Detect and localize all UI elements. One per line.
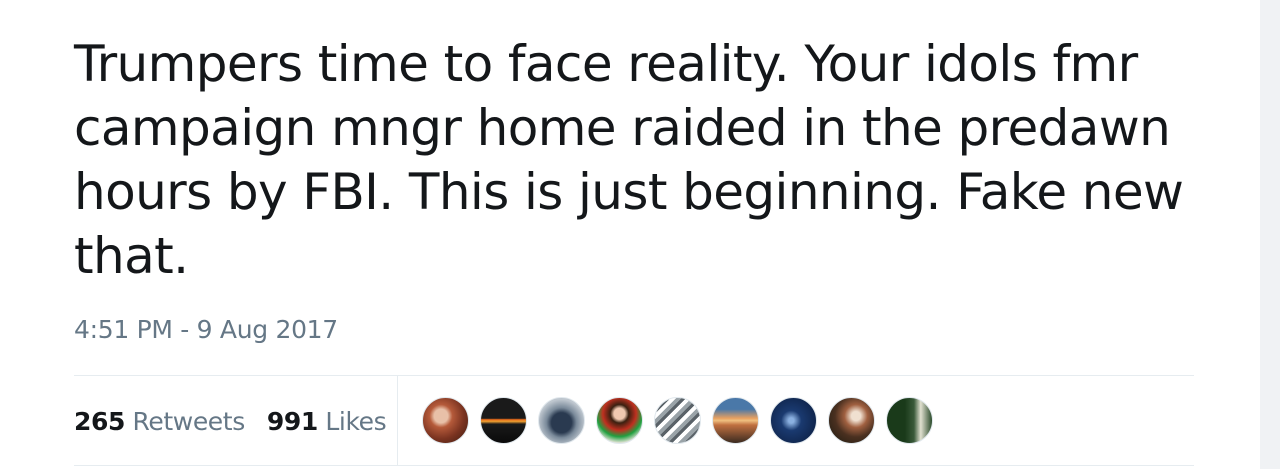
tweet-timestamp[interactable]: 4:51 PM - 9 Aug 2017: [74, 315, 338, 344]
scrollbar-gutter[interactable]: [1260, 0, 1280, 469]
likes-stat[interactable]: 991 Likes: [266, 406, 387, 436]
liker-avatar-8[interactable]: [828, 397, 875, 444]
divider: [74, 465, 1194, 466]
liker-avatar-6[interactable]: [712, 397, 759, 444]
retweets-stat[interactable]: 265 Retweets: [74, 407, 245, 436]
liker-avatar-3[interactable]: [538, 397, 585, 444]
retweets-label: Retweets: [132, 406, 246, 436]
retweets-count: 265: [74, 406, 125, 436]
likes-label: Likes: [325, 406, 387, 436]
liker-avatar-9[interactable]: [886, 397, 933, 444]
liker-avatar-4[interactable]: [596, 397, 643, 444]
liker-avatar-1[interactable]: [422, 397, 469, 444]
liker-avatar-7[interactable]: [770, 397, 817, 444]
stats-separator: [397, 376, 398, 466]
liker-avatar-5[interactable]: [654, 397, 701, 444]
liker-avatar-2[interactable]: [480, 397, 527, 444]
liker-avatars: [422, 397, 944, 445]
likes-count: 991: [266, 406, 318, 436]
tweet-text: Trumpers time to face reality. Your idol…: [74, 35, 1184, 285]
